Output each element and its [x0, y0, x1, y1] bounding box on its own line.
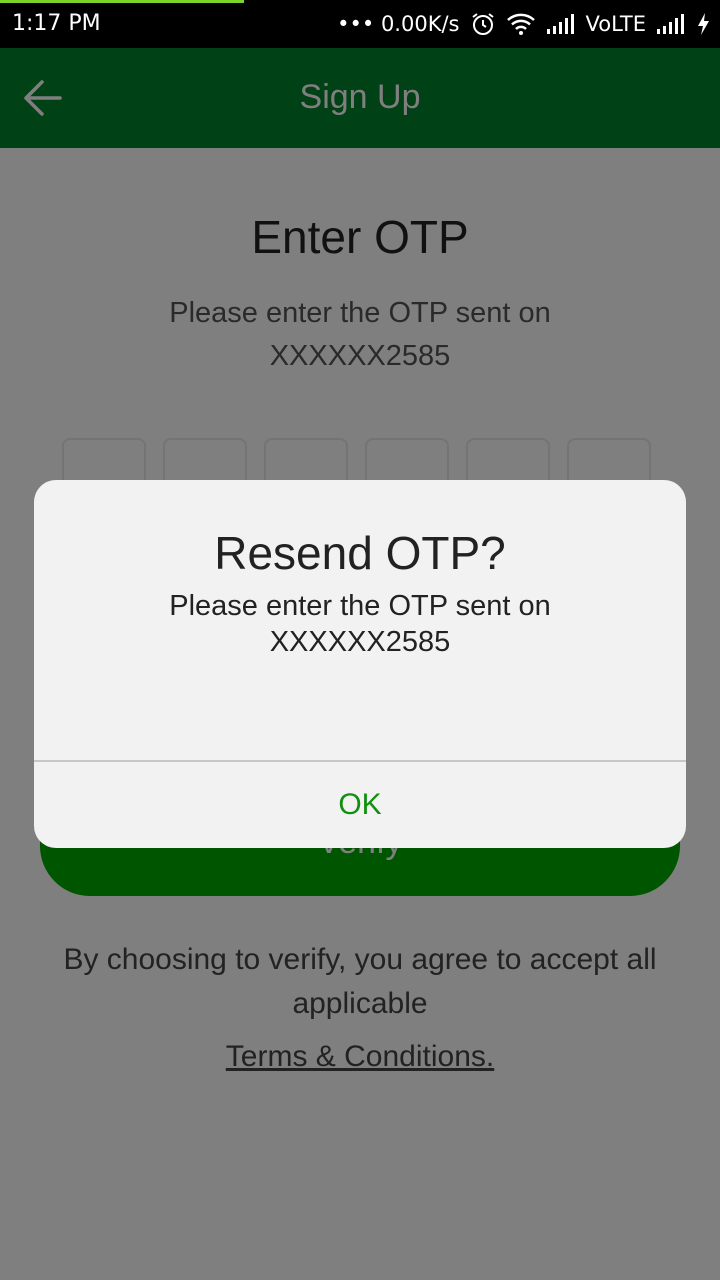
ok-button[interactable]: OK — [34, 762, 686, 848]
status-bar: 1:17 PM ••• 0.00K/s VoLTE — [0, 0, 720, 48]
dialog-message-line-2: XXXXXX2585 — [269, 626, 451, 658]
dialog-title: Resend OTP? — [214, 527, 506, 579]
resend-otp-dialog: Resend OTP? Please enter the OTP sent on… — [34, 480, 686, 848]
network-label: VoLTE — [585, 12, 647, 36]
loading-indicator — [0, 0, 244, 3]
alarm-icon — [470, 11, 496, 37]
signal-icon-2 — [656, 13, 686, 35]
signal-icon — [546, 13, 576, 35]
status-time: 1:17 PM — [12, 11, 101, 36]
dialog-message: Please enter the OTP sent on XXXXXX2585 — [64, 588, 656, 660]
dialog-message-line-1: Please enter the OTP sent on — [169, 590, 551, 622]
charging-icon — [696, 12, 710, 36]
net-speed: ••• 0.00K/s — [337, 12, 460, 36]
wifi-icon — [506, 12, 536, 36]
status-icons: ••• 0.00K/s VoLTE — [337, 10, 710, 38]
